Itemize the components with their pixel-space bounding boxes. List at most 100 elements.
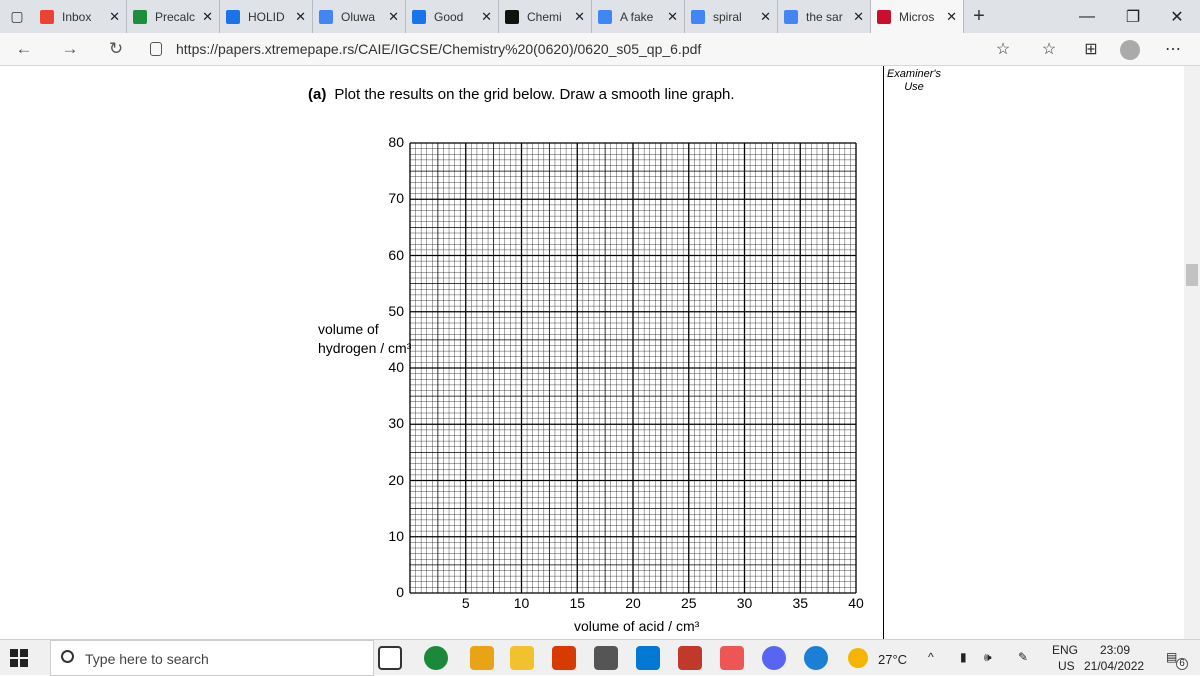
restore-button[interactable]: ❐ <box>1110 0 1156 33</box>
close-icon[interactable]: ✕ <box>202 9 213 25</box>
camera-icon[interactable] <box>594 646 618 670</box>
minimize-button[interactable]: — <box>1064 0 1110 33</box>
y-tick-label: 50 <box>388 302 404 319</box>
game2-icon[interactable] <box>720 646 744 670</box>
clock-time[interactable]: 23:09 <box>1100 643 1130 657</box>
tab[interactable]: Inbox ✕ <box>34 0 127 33</box>
tab-label: Precalc <box>155 9 196 24</box>
y-tick-label: 70 <box>388 190 404 207</box>
google-icon <box>598 9 612 24</box>
google-icon <box>784 9 798 24</box>
task-view-icon[interactable] <box>378 646 402 670</box>
close-icon[interactable]: ✕ <box>388 9 399 25</box>
store-icon[interactable] <box>470 646 494 670</box>
forward-icon[interactable]: → <box>58 39 82 61</box>
game-icon[interactable] <box>678 646 702 670</box>
close-icon[interactable]: ✕ <box>853 9 864 25</box>
classroom-icon <box>412 9 426 24</box>
classroom-icon <box>133 9 147 24</box>
y-tick-label: 0 <box>396 584 404 600</box>
xtreme-icon <box>877 9 891 24</box>
pen-icon[interactable]: ✎ <box>1018 650 1028 664</box>
tab[interactable]: Oluwa ✕ <box>313 0 406 33</box>
edge-icon[interactable] <box>424 646 448 670</box>
tab-label: Chemi <box>527 9 562 24</box>
close-icon[interactable]: ✕ <box>481 9 492 25</box>
more-icon[interactable]: ⋯ <box>1162 39 1184 61</box>
tab-label: Good <box>434 9 464 24</box>
tab[interactable]: spiral ✕ <box>685 0 778 33</box>
y-tick-label: 30 <box>388 415 404 432</box>
tab-label: Micros <box>899 9 935 24</box>
x-tick-label: 35 <box>792 595 809 611</box>
tab-actions-button[interactable]: ▢ <box>0 0 34 33</box>
classroom-icon <box>226 9 240 24</box>
close-icon[interactable]: ✕ <box>574 9 585 25</box>
x-tick-label: 20 <box>625 595 641 611</box>
tab[interactable]: the sar ✕ <box>778 0 871 33</box>
y-tick-label: 60 <box>388 246 404 263</box>
tab-label: spiral <box>713 9 742 24</box>
lock-icon[interactable] <box>150 42 162 56</box>
close-icon[interactable]: ✕ <box>109 9 120 25</box>
favorite-add-icon[interactable]: ☆ <box>992 39 1014 61</box>
weather-icon[interactable] <box>848 648 868 668</box>
refresh-icon[interactable]: ↻ <box>104 39 128 61</box>
search-placeholder: Type here to search <box>85 651 209 667</box>
pdf-viewer: Examiner's Use (a) Plot the results on th… <box>0 66 1200 639</box>
notification-count: 6 <box>1176 658 1188 670</box>
weather-temp[interactable]: 27°C <box>878 652 907 667</box>
discord-icon[interactable] <box>762 646 786 670</box>
x-axis-label: volume of acid / cm³ <box>574 618 700 634</box>
close-icon[interactable]: ✕ <box>760 9 771 25</box>
y-axis-label-line2: hydrogen / cm³ <box>318 340 412 356</box>
close-window-button[interactable]: ✕ <box>1154 0 1200 33</box>
favorites-icon[interactable]: ☆ <box>1038 39 1060 61</box>
tab-label: A fake <box>620 9 654 24</box>
back-icon[interactable]: ← <box>12 39 36 61</box>
bing-icon <box>505 9 519 24</box>
help-icon[interactable] <box>804 646 828 670</box>
close-icon[interactable]: ✕ <box>667 9 678 25</box>
tab[interactable]: Micros ✕ <box>871 0 964 33</box>
tab-strip: ▢ Inbox ✕ Precalc ✕ HOLID ✕ Oluwa ✕ Good ✕ Chemi ✕ A… <box>0 0 1200 33</box>
collections-icon[interactable]: ⊞ <box>1080 39 1102 61</box>
y-tick-label: 10 <box>388 527 404 544</box>
search-icon <box>61 650 74 663</box>
scrollbar[interactable] <box>1184 66 1200 639</box>
photos-icon[interactable] <box>636 646 660 670</box>
close-icon[interactable]: ✕ <box>295 9 306 25</box>
language-bottom[interactable]: US <box>1058 659 1075 673</box>
tab-label: the sar <box>806 9 843 24</box>
google-icon <box>691 9 705 24</box>
x-tick-label: 10 <box>513 595 530 611</box>
x-tick-label: 30 <box>736 595 753 611</box>
close-icon[interactable]: ✕ <box>946 9 957 25</box>
tab-label: Inbox <box>62 9 92 24</box>
language-top[interactable]: ENG <box>1052 643 1078 657</box>
battery-icon[interactable]: ▮ <box>960 650 967 664</box>
address-toolbar: ← → ↻ https://papers.xtremepape.rs/CAIE/… <box>0 33 1200 66</box>
file-explorer-icon[interactable] <box>510 646 534 670</box>
tab[interactable]: HOLID ✕ <box>220 0 313 33</box>
windows-start-icon[interactable] <box>10 649 28 667</box>
profile-avatar[interactable] <box>1120 40 1140 60</box>
tab[interactable]: Chemi ✕ <box>499 0 592 33</box>
chevron-up-icon[interactable]: ^ <box>928 650 934 664</box>
tab[interactable]: Precalc ✕ <box>127 0 220 33</box>
y-tick-label: 40 <box>388 359 404 375</box>
new-tab-button[interactable]: + <box>964 5 994 28</box>
volume-icon[interactable]: 🕪 <box>984 650 992 665</box>
scrollbar-thumb[interactable] <box>1186 264 1198 286</box>
tab[interactable]: A fake ✕ <box>592 0 685 33</box>
tab[interactable]: Good ✕ <box>406 0 499 33</box>
y-axis-label: volume of hydrogen / cm³ <box>318 320 411 358</box>
x-tick-label: 40 <box>848 595 864 611</box>
y-axis-label-line1: volume of <box>318 321 379 337</box>
url-bar[interactable]: https://papers.xtremepape.rs/CAIE/IGCSE/… <box>176 41 701 57</box>
office-icon[interactable] <box>552 646 576 670</box>
x-tick-label: 15 <box>569 595 586 611</box>
taskbar-search[interactable]: Type here to search <box>50 640 374 676</box>
clock-date[interactable]: 21/04/2022 <box>1084 659 1144 673</box>
x-tick-label: 5 <box>461 595 470 611</box>
